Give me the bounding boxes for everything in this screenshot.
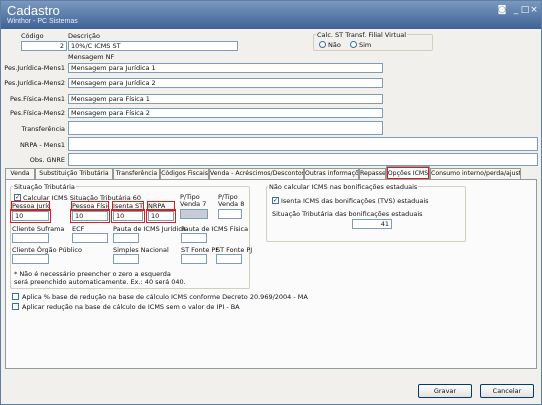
- icms-options-panel: Situação Tributária ✓ Calcular ICMS Situ…: [5, 179, 537, 369]
- ptipo7-field[interactable]: [180, 209, 208, 219]
- description-label: Descrição: [68, 32, 100, 40]
- st-fonte-pj-label: ST Fonte PJ: [216, 246, 253, 254]
- cliente-suframa-label: Cliente Suframa: [12, 225, 65, 233]
- title-bar: Cadastro Winthor - PC Sistemas ◙ _ □ ×: [1, 1, 541, 29]
- description-field[interactable]: 10%/C ICMS ST: [68, 41, 238, 51]
- cancel-button[interactable]: Cancelar: [480, 384, 534, 398]
- message-label: NRPA - Mens1: [19, 141, 65, 149]
- save-button[interactable]: Gravar: [418, 384, 472, 398]
- tab-substituicao-tributaria[interactable]: Substituição Tributária: [35, 168, 113, 179]
- simples-nacional-field[interactable]: [113, 254, 139, 264]
- pessoa-juridica-label: Pessoa Jurídica*: [11, 201, 50, 211]
- venda8-label: Venda 8: [218, 200, 245, 208]
- virtual-yes-radio[interactable]: [350, 41, 357, 48]
- message-label: Pes.Física-Mens2: [9, 109, 65, 117]
- sit-bonificacoes-label: Situação Tributária das bonificações est…: [272, 210, 423, 218]
- situacao-tributaria-label: Situação Tributária: [13, 183, 76, 191]
- pauta-fisica-label: Pauta de ICMS Física: [181, 225, 249, 233]
- pauta-fisica-field[interactable]: [181, 233, 207, 243]
- tab-venda[interactable]: Venda: [5, 168, 35, 179]
- window-subtitle: Winthor - PC Sistemas: [7, 18, 78, 25]
- ecf-label: ECF: [72, 225, 85, 233]
- pessoa-fisica-label: Pessoa Física*: [71, 201, 109, 211]
- cliente-orgao-publico-label: Cliente Órgão Público: [12, 246, 82, 254]
- st-fonte-pj-field[interactable]: [216, 254, 242, 264]
- venda7-label: Venda 7: [180, 200, 207, 208]
- virtual-no-radio[interactable]: [319, 41, 326, 48]
- bonificacoes-label: Não calcular ICMS nas bonificações estad…: [268, 183, 419, 191]
- message-field[interactable]: Mensagem para Física 1: [68, 94, 383, 104]
- cliente-orgao-publico-field[interactable]: [12, 254, 49, 264]
- message-label: Transferência: [21, 125, 65, 133]
- st-fonte-pf-label: ST Fonte PF: [181, 246, 220, 254]
- virtual-no-label: Não: [328, 41, 341, 49]
- isenta-st-field[interactable]: 10: [111, 209, 145, 223]
- isenta-bonificacoes-checkbox[interactable]: ✓: [272, 197, 279, 204]
- window-title: Cadastro: [7, 3, 60, 18]
- tab-venda-acrescimos[interactable]: Venda - Acréscimos/Descontos: [209, 168, 304, 179]
- pessoa-fisica-field[interactable]: 10: [70, 209, 110, 223]
- pauta-juridica-label: Pauta de ICMS Jurídica: [113, 225, 186, 233]
- nf-message-label: Mensagem NF: [68, 53, 115, 61]
- message-field[interactable]: Mensagem para Jurídica 1: [68, 63, 383, 73]
- message-label: Pes.Jurídica-Mens2: [4, 79, 65, 87]
- virtual-branch-label: Calc. ST Transf. Filial Virtual: [316, 31, 408, 39]
- message-field[interactable]: Mensagem para Jurídica 2: [68, 78, 383, 88]
- nrpa-label: NRPA: [147, 201, 175, 211]
- tab-opcoes-icms[interactable]: Opções ICMS: [386, 166, 430, 180]
- message-label: Obs. GNRE: [29, 156, 65, 164]
- tab-codigos-fiscais[interactable]: Códigos Fiscais: [160, 168, 209, 179]
- note-line-1: * Não é necessário preencher o zero a es…: [14, 270, 171, 278]
- cadastro-window: Cadastro Winthor - PC Sistemas ◙ _ □ × C…: [0, 0, 542, 405]
- nrpa-field[interactable]: 10: [146, 209, 176, 223]
- st-fonte-pf-field[interactable]: [181, 254, 207, 264]
- pessoa-juridica-field[interactable]: 10: [10, 209, 51, 223]
- note-line-2: será preenchido automaticamente. Ex.: 40…: [14, 278, 186, 286]
- tab-repasse[interactable]: Repasse: [359, 168, 386, 179]
- aplica-reducao-ma-checkbox[interactable]: [12, 293, 19, 300]
- message-label: Pes.Jurídica-Mens1: [4, 64, 65, 72]
- tab-outras-informacoes[interactable]: Outras informações: [304, 168, 359, 179]
- close-icon[interactable]: ×: [529, 5, 539, 15]
- tab-consumo-interno[interactable]: Consumo interno/perda/ajuste: [430, 168, 521, 179]
- restore-icon[interactable]: ◙: [497, 5, 507, 15]
- isenta-st-label: Isenta ST: [112, 201, 144, 211]
- calcular-st60-checkbox[interactable]: ✓: [14, 194, 21, 201]
- pauta-juridica-field[interactable]: [113, 233, 139, 243]
- ptipo8-field[interactable]: [218, 209, 242, 219]
- simples-nacional-label: Simples Nacional: [113, 246, 169, 254]
- code-label: Código: [21, 32, 44, 40]
- sit-bonificacoes-field[interactable]: 41: [352, 219, 392, 229]
- ecf-field[interactable]: [72, 233, 108, 243]
- isenta-bonificacoes-label: Isenta ICMS das bonificações (TVS) estad…: [281, 197, 429, 205]
- tab-strip: Venda Substituição Tributária Transferên…: [5, 166, 537, 180]
- message-field[interactable]: [68, 153, 538, 166]
- message-label: Pes.Física-Mens1: [9, 95, 65, 103]
- calcular-st60-label: Calcular ICMS Situação Tributária 60: [23, 194, 142, 202]
- aplicar-reducao-ba-checkbox[interactable]: [12, 303, 19, 310]
- message-field[interactable]: [68, 137, 538, 151]
- aplicar-reducao-ba-label: Aplicar redução na base de cálculo de IC…: [22, 303, 240, 311]
- aplica-reducao-ma-label: Aplica % base de redução na base de cálc…: [22, 293, 308, 301]
- message-field[interactable]: Mensagem para Física 2: [68, 108, 383, 118]
- cliente-suframa-field[interactable]: [12, 233, 49, 243]
- tab-transferencia[interactable]: Transferência: [113, 168, 160, 179]
- virtual-yes-label: Sim: [359, 41, 372, 49]
- message-field[interactable]: [68, 121, 383, 135]
- code-field[interactable]: 2: [21, 41, 67, 51]
